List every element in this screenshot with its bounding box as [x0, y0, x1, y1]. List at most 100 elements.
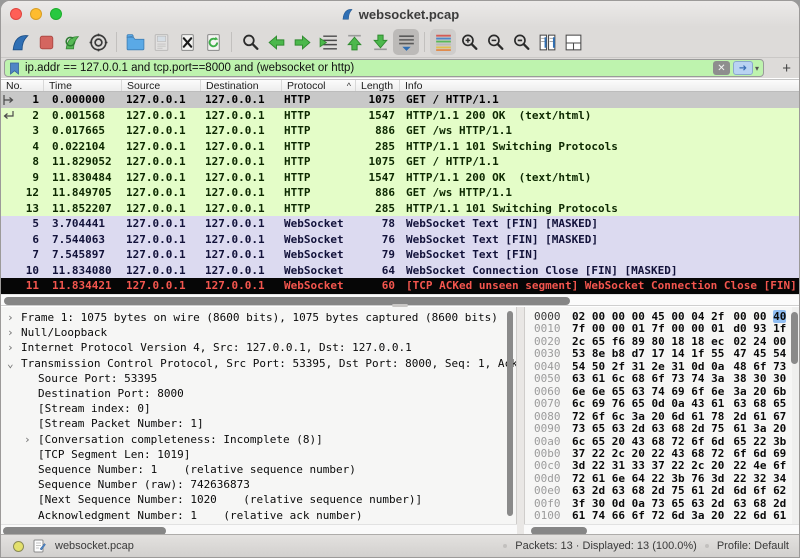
detail-tree-line[interactable]: Sequence Number: 1 (relative sequence nu… [1, 462, 516, 477]
detail-tree-line[interactable]: [Stream Packet Number: 1] [1, 416, 516, 431]
detail-tree-line[interactable]: Sequence Number (raw): 742636873 [1, 477, 516, 492]
packet-source: 127.0.0.1 [122, 170, 201, 186]
bytes-vscrollbar-thumb[interactable] [791, 312, 798, 364]
zoom-out-icon[interactable] [482, 29, 508, 55]
packet-row[interactable]: 13 11.852207 127.0.0.1 127.0.0.1 HTTP 28… [1, 201, 799, 217]
column-header-info[interactable]: Info [400, 80, 799, 91]
hex-bytes-group1: 6c 69 76 65 0d 0a 43 61 [572, 397, 724, 410]
display-filter-input[interactable]: ip.addr == 127.0.0.1 and tcp.port==8000 … [4, 59, 764, 77]
packet-source: 127.0.0.1 [122, 278, 201, 294]
hex-bytes-group2: d0 93 1f [733, 322, 786, 335]
resize-columns-icon[interactable] [534, 29, 560, 55]
column-header-no[interactable]: No. [1, 80, 44, 91]
packet-row[interactable]: 6 7.544063 127.0.0.1 127.0.0.1 WebSocket… [1, 232, 799, 248]
hex-bytes-group1: 7f 00 00 01 7f 00 00 01 [572, 322, 724, 335]
open-file-icon[interactable] [122, 29, 148, 55]
packet-row[interactable]: 7 7.545897 127.0.0.1 127.0.0.1 WebSocket… [1, 247, 799, 263]
hex-bytes-group1: 63 2d 63 68 2d 75 61 2d [572, 484, 724, 497]
packet-list-hscrollbar-thumb[interactable] [4, 297, 570, 305]
close-file-icon[interactable] [174, 29, 200, 55]
save-file-icon[interactable] [148, 29, 174, 55]
colorize-icon[interactable] [430, 29, 456, 55]
filter-expression-text[interactable]: ip.addr == 127.0.0.1 and tcp.port==8000 … [25, 62, 713, 74]
expander-icon[interactable]: › [7, 325, 21, 340]
packet-time: 11.829052 [44, 154, 122, 170]
find-packet-icon[interactable] [237, 29, 263, 55]
detail-tree-line[interactable]: [Stream index: 0] [1, 401, 516, 416]
packet-row[interactable]: 11 11.834421 127.0.0.1 127.0.0.1 WebSock… [1, 278, 799, 294]
zoom-in-icon[interactable] [456, 29, 482, 55]
column-header-time[interactable]: Time [44, 80, 122, 91]
detail-tree-line[interactable]: Destination Port: 8000 [1, 386, 516, 401]
packet-row[interactable]: 10 11.834080 127.0.0.1 127.0.0.1 WebSock… [1, 263, 799, 279]
go-last-packet-icon[interactable] [367, 29, 393, 55]
detail-tree-line[interactable]: ⌄Transmission Control Protocol, Src Port… [1, 356, 516, 371]
packet-length: 886 [356, 123, 400, 139]
detail-text: Frame 1: 1075 bytes on wire (8600 bits),… [21, 311, 498, 324]
normal-size-icon[interactable] [508, 29, 534, 55]
detail-tree-line[interactable]: Source Port: 53395 [1, 371, 516, 386]
filter-dropdown-icon[interactable]: ▾ [755, 64, 759, 73]
restart-capture-icon[interactable] [59, 29, 85, 55]
expander-icon[interactable]: › [24, 432, 38, 447]
packet-length: 285 [356, 139, 400, 155]
auto-scroll-icon[interactable] [393, 29, 419, 55]
status-profile[interactable]: Profile: Default [717, 540, 789, 552]
start-capture-icon[interactable] [7, 29, 33, 55]
hex-bytes-group2: 2d 61 67 [733, 410, 786, 423]
packet-source: 127.0.0.1 [122, 123, 201, 139]
column-header-source[interactable]: Source [122, 80, 201, 91]
expander-icon[interactable]: › [7, 340, 21, 355]
go-forward-icon[interactable] [289, 29, 315, 55]
details-vscrollbar-thumb[interactable] [507, 311, 513, 516]
packet-row[interactable]: 8 11.829052 127.0.0.1 127.0.0.1 HTTP 107… [1, 154, 799, 170]
expander-icon[interactable]: ⌄ [7, 356, 21, 371]
filter-clear-icon[interactable]: ✕ [713, 61, 730, 75]
hex-bytes-group2: 63 68 2d [733, 497, 786, 510]
go-to-packet-icon[interactable] [315, 29, 341, 55]
reload-file-icon[interactable] [200, 29, 226, 55]
go-first-packet-icon[interactable] [341, 29, 367, 55]
expander-icon[interactable]: › [7, 310, 21, 325]
capture-comment-icon[interactable] [33, 539, 46, 553]
packet-row[interactable]: 4 0.022104 127.0.0.1 127.0.0.1 HTTP 285 … [1, 139, 799, 155]
packet-row[interactable]: 5 3.704441 127.0.0.1 127.0.0.1 WebSocket… [1, 216, 799, 232]
packet-row[interactable]: 3 0.017665 127.0.0.1 127.0.0.1 HTTP 886 … [1, 123, 799, 139]
column-header-destination[interactable]: Destination [201, 80, 282, 91]
column-header-length[interactable]: Length [356, 80, 400, 91]
detail-text: Acknowledgment Number: 1 (relative ack n… [38, 509, 363, 522]
minimize-window-button[interactable] [30, 8, 42, 20]
detail-tree-line[interactable]: [TCP Segment Len: 1019] [1, 447, 516, 462]
detail-text: Internet Protocol Version 4, Src: 127.0.… [21, 341, 412, 354]
packet-time: 11.834080 [44, 263, 122, 279]
packet-details-pane: ›Frame 1: 1075 bytes on wire (8600 bits)… [1, 307, 517, 524]
close-window-button[interactable] [10, 8, 22, 20]
packet-row[interactable]: 9 11.830484 127.0.0.1 127.0.0.1 HTTP 154… [1, 170, 799, 186]
go-back-icon[interactable] [263, 29, 289, 55]
packet-time: 3.704441 [44, 216, 122, 232]
capture-options-icon[interactable] [85, 29, 111, 55]
filter-add-button[interactable]: + [782, 60, 791, 77]
packet-row[interactable]: 1 0.000000 127.0.0.1 127.0.0.1 HTTP 1075… [1, 92, 799, 108]
column-header-protocol[interactable]: Protocol^ [282, 80, 356, 91]
filter-apply-icon[interactable]: ➜ [733, 61, 753, 75]
detail-tree-line[interactable]: Acknowledgment Number: 1 (relative ack n… [1, 508, 516, 523]
layout-icon[interactable] [560, 29, 586, 55]
detail-tree-line[interactable]: ›Internet Protocol Version 4, Src: 127.0… [1, 340, 516, 355]
packet-no: 9 [1, 170, 44, 186]
filter-bookmark-icon[interactable] [9, 62, 20, 75]
hex-row[interactable]: 010061 74 66 6f 72 6d 3a 2022 6d 61 [525, 510, 799, 522]
detail-tree-line[interactable]: [Next Sequence Number: 1020 (relative se… [1, 492, 516, 507]
stop-capture-icon[interactable] [33, 29, 59, 55]
packet-time: 11.852207 [44, 201, 122, 217]
expert-info-icon[interactable] [13, 541, 24, 552]
packet-row[interactable]: 12 11.849705 127.0.0.1 127.0.0.1 HTTP 88… [1, 185, 799, 201]
zoom-window-button[interactable] [50, 8, 62, 20]
packet-source: 127.0.0.1 [122, 247, 201, 263]
detail-tree-line[interactable]: ›Frame 1: 1075 bytes on wire (8600 bits)… [1, 310, 516, 325]
detail-tree-line[interactable]: ›[Conversation completeness: Incomplete … [1, 432, 516, 447]
packet-row[interactable]: 2 0.001568 127.0.0.1 127.0.0.1 HTTP 1547… [1, 108, 799, 124]
hex-bytes-group2: 48 6f 73 [733, 360, 786, 373]
detail-tree-line[interactable]: ›Null/Loopback [1, 325, 516, 340]
sort-ascending-icon: ^ [347, 81, 351, 91]
